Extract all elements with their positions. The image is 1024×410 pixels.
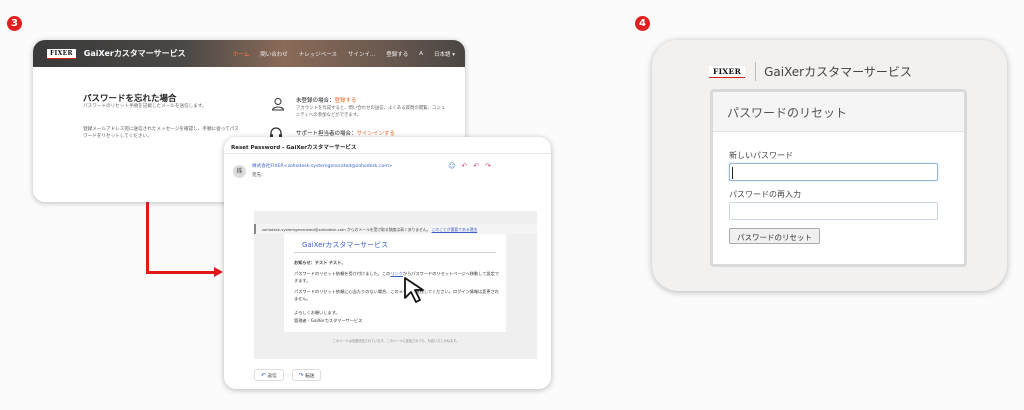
fixer-logo: FIXER: [709, 65, 746, 78]
user-icon: [271, 98, 285, 111]
email-footer: このメールは自動送信されています。このメールに返信されても、対応いたしかねます。: [332, 339, 460, 343]
register-prefix: 未登録の場合：: [296, 98, 335, 104]
email-body-card: GaiXerカスタマーサービス お知らせ：テスト テスト、 パスワードのリセット…: [284, 234, 506, 332]
step-3-badge: 3: [7, 16, 22, 31]
forgot-password-note: 登録メールアドレス宛に送信されたメッセージを確認し、手順に従ってパスワードをリセ…: [83, 127, 239, 140]
forward-label: 転送: [305, 374, 315, 379]
forgot-password-subtitle: パスワードのリセット手順を記載したメールを送信します。: [83, 104, 207, 109]
text-caret: [732, 167, 733, 179]
step-4-badge: 4: [635, 16, 650, 31]
reset-password-button[interactable]: パスワードのリセット: [729, 228, 820, 244]
register-description: アカウントを作成すると、問い合わせの送信、よくある質問の閲覧、コミュニティへの参…: [296, 106, 446, 119]
font-size-icon[interactable]: A: [419, 51, 423, 57]
reset-form-title: パスワードのリセット: [713, 92, 964, 132]
mail-actions: ☺ ↶ ↶ ↷: [448, 162, 491, 170]
email-greeting: お知らせ：テスト テスト、: [294, 260, 346, 265]
notice-text: zohodesk-systemgenerated@zohodesk.com から…: [262, 227, 431, 232]
emoji-icon[interactable]: ☺: [448, 162, 455, 170]
forward-icon[interactable]: ↷: [485, 162, 491, 170]
reply-all-icon[interactable]: ↶: [473, 162, 479, 170]
portal-header: FIXER GaiXerカスタマーサービス ホーム 問い合わせ ナレッジベース …: [33, 40, 465, 67]
nav-register[interactable]: 登録する: [386, 50, 408, 58]
email-notice: zohodesk-systemgenerated@zohodesk.com から…: [254, 224, 537, 234]
nav-contact[interactable]: 問い合わせ: [260, 50, 288, 58]
confirm-password-label: パスワードの再入力: [729, 190, 801, 199]
email-line-1-a: パスワードのリセット依頼を受け付けました。この: [294, 271, 391, 276]
sender-avatar: 株: [233, 165, 246, 178]
email-closing-1: よろしくお願いします。: [294, 310, 340, 315]
flow-arrow-vertical: [146, 202, 149, 272]
reset-form-card: パスワードのリセット 新しいパスワード パスワードの再入力 パスワードのリセット: [710, 89, 967, 267]
portal-nav: ホーム 問い合わせ ナレッジベース サインイ... 登録する A 日本語 ▾: [233, 40, 455, 67]
email-inner-divider: [294, 252, 496, 253]
email-sender[interactable]: 株式会社FIXER<zohodesk-systemgenerated@zohod…: [252, 163, 393, 169]
portal-title: GaiXerカスタマーサービス: [83, 49, 186, 58]
email-content: zohodesk-systemgenerated@zohodesk.com から…: [254, 211, 537, 359]
email-subject: Reset Password - GaiXerカスタマーサービス: [224, 137, 551, 154]
brand-divider: [755, 62, 757, 81]
reply-arrow-icon: ↶: [261, 372, 267, 379]
reply-label: 返信: [267, 374, 277, 379]
reply-bar: ↶ 返信 ↷ 転送: [254, 369, 322, 381]
notice-link[interactable]: このことが重要である理由: [432, 227, 478, 232]
reset-brand-name: GaiXerカスタマーサービス: [764, 65, 912, 79]
reset-email-window: Reset Password - GaiXerカスタマーサービス 株 株式会社F…: [224, 137, 551, 389]
register-line: 未登録の場合：登録する: [296, 96, 357, 104]
new-password-input[interactable]: [729, 163, 938, 181]
email-line-1: パスワードのリセット依頼を受け付けました。このリンクからパスワードのリセットペー…: [294, 271, 499, 284]
nav-knowledge-base[interactable]: ナレッジベース: [299, 50, 337, 58]
nav-home[interactable]: ホーム: [233, 50, 249, 58]
nav-signin[interactable]: サインイ...: [348, 50, 375, 58]
fixer-logo: FIXER: [47, 48, 76, 59]
forward-button[interactable]: ↷ 転送: [291, 369, 322, 381]
forward-arrow-icon: ↷: [298, 372, 304, 379]
new-password-label: 新しいパスワード: [729, 151, 793, 160]
reply-icon[interactable]: ↶: [461, 162, 467, 170]
password-reset-screenshot: FIXER GaiXerカスタマーサービス パスワードのリセット 新しいパスワー…: [652, 40, 1007, 291]
reply-button[interactable]: ↶ 返信: [254, 369, 284, 381]
confirm-password-input[interactable]: [729, 202, 938, 220]
mouse-cursor-icon: [404, 277, 424, 303]
flow-arrow-horizontal: [146, 271, 216, 274]
reset-link[interactable]: リンク: [390, 271, 403, 276]
email-inner-title: GaiXerカスタマーサービス: [302, 241, 389, 249]
register-link[interactable]: 登録する: [335, 98, 357, 104]
email-closing-2: 管理者 - GaiXerカスタマーサービス: [294, 318, 363, 323]
email-line-2: パスワードのリセット依頼に心当たりのない場合、このメールを無視してください。ログ…: [294, 289, 499, 301]
language-select[interactable]: 日本語 ▾: [434, 50, 455, 58]
flow-arrow-head-icon: [214, 267, 223, 277]
reset-brand: FIXER GaiXerカスタマーサービス: [709, 62, 912, 81]
email-recipient: 宛先:: [252, 173, 263, 178]
signin-line: サポート担当者の場合：サインインする: [296, 129, 395, 137]
